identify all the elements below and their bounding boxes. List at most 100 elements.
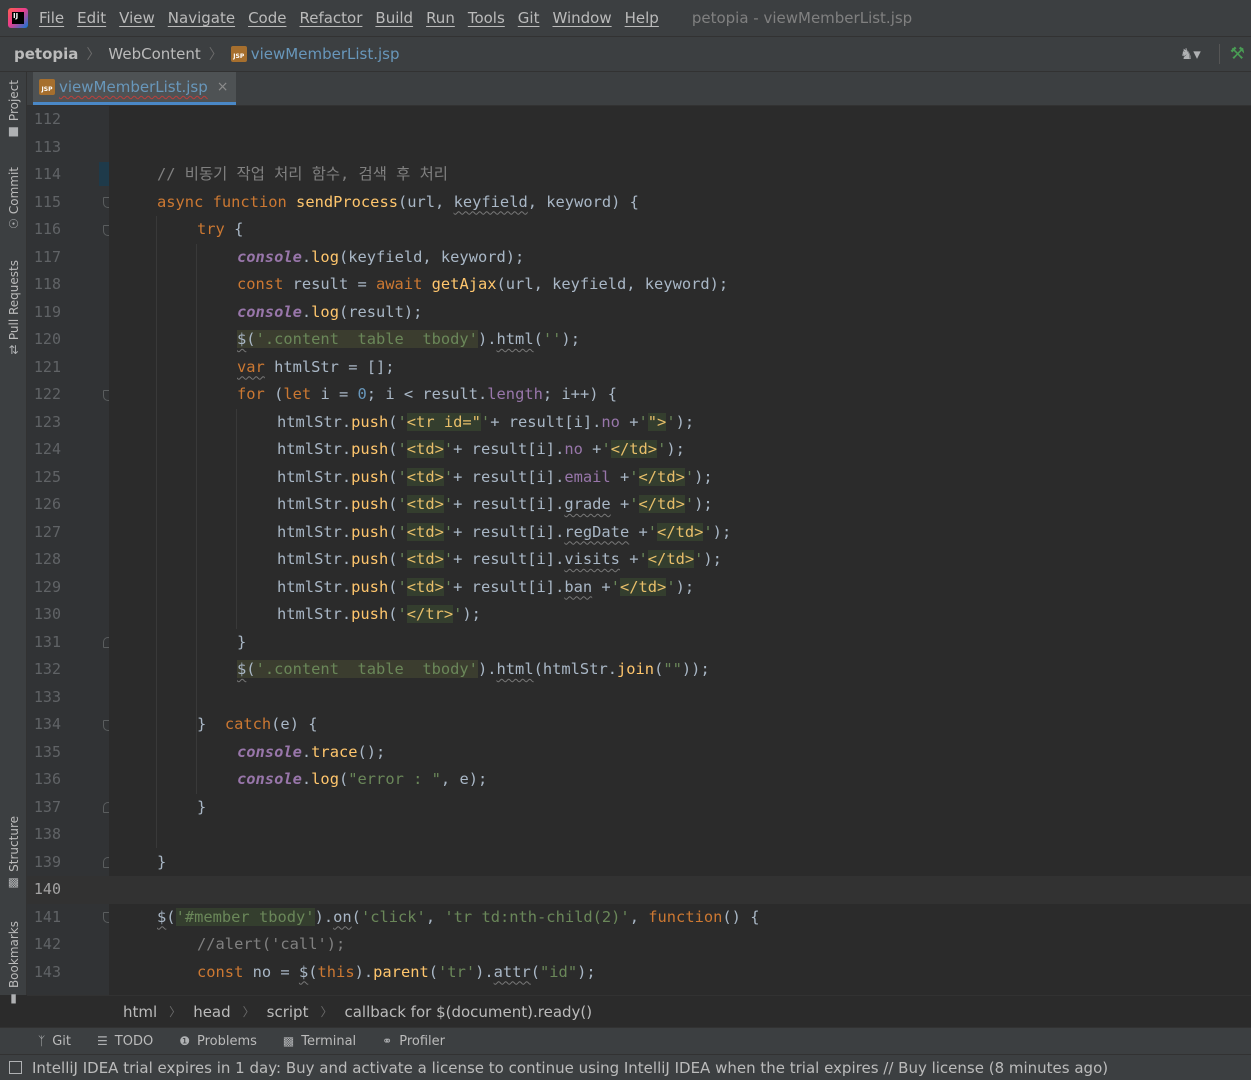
code-text: . bbox=[487, 330, 497, 348]
code-text: () { bbox=[722, 907, 760, 926]
code-text: ); bbox=[577, 962, 596, 981]
code-line-121: var htmlStr = []; bbox=[237, 354, 395, 382]
nav-folder[interactable]: WebContent bbox=[108, 45, 200, 63]
nav-project[interactable]: petopia bbox=[14, 45, 78, 63]
code-line-142: //alert('call'); bbox=[197, 931, 345, 959]
breadcrumb-script[interactable]: script bbox=[267, 1003, 309, 1021]
tool-tab-commit[interactable]: Commit ☉ bbox=[2, 167, 25, 230]
status-toggle-icon[interactable] bbox=[9, 1061, 22, 1074]
method: attr bbox=[493, 962, 531, 981]
method: push bbox=[351, 605, 389, 623]
code-line-139: } bbox=[157, 849, 166, 877]
code-text: ( bbox=[166, 907, 176, 926]
indent-guide bbox=[156, 216, 157, 848]
function-name: getAjax bbox=[431, 275, 497, 293]
menu-view[interactable]: View bbox=[119, 9, 155, 27]
menu-edit[interactable]: Edit bbox=[77, 9, 106, 27]
menu-navigate[interactable]: Navigate bbox=[168, 9, 235, 27]
menu-file[interactable]: File bbox=[39, 9, 64, 27]
method: html bbox=[496, 660, 534, 678]
code-text: keyfield bbox=[453, 192, 528, 211]
tool-tab-commit-label: Commit bbox=[6, 167, 21, 215]
code-text: (e) { bbox=[271, 715, 318, 733]
method: log bbox=[311, 247, 339, 266]
line-number: 117 bbox=[33, 247, 61, 266]
html-tag-string: </tr> bbox=[406, 605, 454, 623]
tool-window-profiler[interactable]: ⚭ Profiler bbox=[382, 1034, 445, 1049]
nav-file[interactable]: viewMemberList.jsp bbox=[251, 45, 400, 63]
tool-tab-pull-requests[interactable]: Pull Requests ⇅ bbox=[2, 260, 25, 356]
comment: // 비동기 작업 처리 함수, 검색 후 처리 bbox=[157, 165, 448, 183]
hammer-build-icon[interactable]: ⚒ bbox=[1218, 44, 1245, 64]
line-number: 128 bbox=[33, 550, 61, 568]
menu-help[interactable]: Help bbox=[625, 9, 659, 27]
keyword: async bbox=[157, 192, 204, 211]
code-text: . bbox=[301, 770, 312, 788]
intellij-logo-icon[interactable] bbox=[8, 8, 28, 28]
html-tag-string: <td> bbox=[406, 467, 444, 486]
line-number: 126 bbox=[33, 495, 61, 513]
menu-git[interactable]: Git bbox=[518, 9, 540, 27]
tool-tab-bookmarks[interactable]: Bookmarks ▮ bbox=[2, 921, 25, 1004]
code-text: ( bbox=[654, 660, 664, 678]
code-line-126: htmlStr.push('<td>'+ result[i].grade +'<… bbox=[277, 495, 713, 513]
line-number: 132 bbox=[33, 660, 61, 678]
method: log bbox=[311, 770, 339, 788]
method: trace bbox=[311, 742, 358, 761]
menu-tools[interactable]: Tools bbox=[468, 9, 505, 27]
bookmark-icon: ▮ bbox=[10, 991, 17, 1006]
breadcrumb-head[interactable]: head bbox=[193, 1003, 230, 1021]
code-text: htmlStr. bbox=[277, 412, 352, 431]
breadcrumb-callback[interactable]: callback for $(document).ready() bbox=[344, 1003, 592, 1021]
html-tag-string: "> bbox=[647, 412, 667, 431]
code-text: i = bbox=[311, 385, 358, 403]
editor-tab-viewmemberlist[interactable]: JSP viewMemberList.jsp × bbox=[33, 72, 237, 105]
user-account-icon[interactable]: ♞▾ bbox=[1180, 45, 1201, 63]
tool-window-todo[interactable]: ☰ TODO bbox=[97, 1034, 153, 1049]
menu-build[interactable]: Build bbox=[375, 9, 413, 27]
menu-refactor[interactable]: Refactor bbox=[299, 9, 362, 27]
tool-tab-structure[interactable]: Structure ▩ bbox=[2, 816, 25, 888]
code-text: ) bbox=[477, 330, 488, 348]
keyword: function bbox=[212, 192, 287, 211]
status-message[interactable]: IntelliJ IDEA trial expires in 1 day: Bu… bbox=[32, 1059, 1108, 1077]
line-number: 136 bbox=[33, 770, 61, 788]
code-text: ). bbox=[354, 962, 374, 981]
code-line-137: } bbox=[197, 794, 206, 822]
code-line-141: $('#member tbody').on('click', 'tr td:nt… bbox=[157, 904, 759, 932]
tool-tab-project[interactable]: Project ■ bbox=[2, 80, 25, 137]
method: push bbox=[351, 522, 389, 541]
line-number: 137 bbox=[33, 797, 61, 816]
code-text: (htmlStr. bbox=[533, 660, 617, 678]
line-number: 114 bbox=[33, 165, 61, 183]
code-text: } bbox=[197, 715, 225, 733]
keyword: let bbox=[283, 385, 312, 403]
line-number: 129 bbox=[33, 577, 61, 596]
string: 'tr td:nth-child(2)' bbox=[444, 907, 630, 926]
html-tag-string: <tr id=" bbox=[406, 412, 481, 431]
menu-window[interactable]: Window bbox=[552, 9, 611, 27]
breadcrumb-html[interactable]: html bbox=[123, 1003, 157, 1021]
tool-window-problems[interactable]: ❶ Problems bbox=[179, 1034, 257, 1049]
menu-run[interactable]: Run bbox=[426, 9, 455, 27]
code-text: + bbox=[610, 467, 630, 486]
menu-bar: File Edit View Navigate Code Refactor Bu… bbox=[0, 0, 1251, 36]
html-tag-string: <td> bbox=[406, 577, 444, 596]
tool-window-git[interactable]: ᛉ Git bbox=[38, 1034, 71, 1049]
menu-code[interactable]: Code bbox=[248, 9, 286, 27]
terminal-icon: ▩ bbox=[282, 1034, 295, 1048]
code-text: + bbox=[592, 577, 611, 596]
close-icon[interactable]: × bbox=[217, 79, 229, 95]
console-object: console bbox=[237, 742, 302, 761]
method: push bbox=[351, 577, 389, 596]
tool-window-terminal[interactable]: ▩ Terminal bbox=[283, 1034, 356, 1049]
line-number: 135 bbox=[33, 742, 61, 761]
jquery-call: $ bbox=[298, 962, 309, 981]
current-line-highlight bbox=[109, 876, 1251, 904]
line-number: 133 bbox=[33, 687, 61, 706]
line-number: 122 bbox=[33, 385, 61, 403]
code-editor[interactable]: // 비동기 작업 처리 함수, 검색 후 처리 async function … bbox=[109, 106, 1251, 995]
code-text: . bbox=[487, 660, 497, 678]
tool-window-label: Problems bbox=[196, 1033, 257, 1049]
code-text: ( bbox=[246, 330, 256, 348]
